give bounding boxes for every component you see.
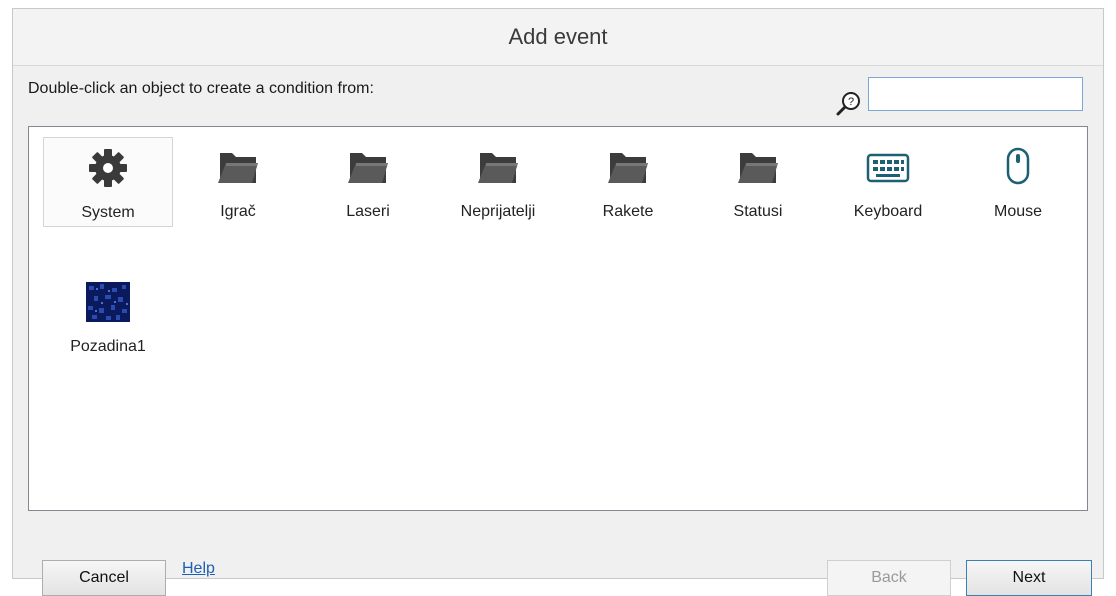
folder-icon	[738, 153, 778, 183]
cancel-button[interactable]: Cancel	[42, 560, 166, 596]
object-folder-neprijatelji[interactable]: Neprijatelji	[433, 137, 563, 227]
folder-icon	[478, 153, 518, 183]
object-label: Neprijatelji	[460, 203, 536, 220]
next-button[interactable]: Next	[966, 560, 1092, 596]
object-pozadina1[interactable]: Pozadina1	[43, 272, 173, 362]
gear-icon	[89, 149, 127, 187]
instruction-text: Double-click an object to create a condi…	[28, 80, 374, 97]
object-label: Rakete	[602, 203, 654, 220]
object-label: Keyboard	[853, 203, 923, 220]
search-input[interactable]	[868, 77, 1083, 111]
tiled-background-icon	[86, 282, 130, 322]
object-label: Statusi	[733, 203, 783, 220]
object-label: System	[81, 204, 135, 221]
object-system[interactable]: System	[43, 137, 173, 227]
object-label: Laseri	[346, 203, 390, 220]
object-folder-rakete[interactable]: Rakete	[563, 137, 693, 227]
object-mouse[interactable]: Mouse	[953, 137, 1083, 227]
search-help-icon[interactable]: ?	[836, 90, 862, 116]
help-link[interactable]: Help	[182, 560, 215, 578]
folder-icon	[348, 153, 388, 183]
object-label: Pozadina1	[70, 338, 146, 355]
back-button[interactable]: Back	[827, 560, 951, 596]
object-keyboard[interactable]: Keyboard	[823, 137, 953, 227]
title-bar: Add event	[13, 9, 1103, 66]
object-list: System Igrač Laseri Neprijatelji Rakete …	[28, 126, 1088, 511]
keyboard-icon	[866, 153, 910, 183]
object-folder-statusi[interactable]: Statusi	[693, 137, 823, 227]
dialog-title: Add event	[508, 24, 608, 49]
object-folder-igrac[interactable]: Igrač	[173, 137, 303, 227]
mouse-icon	[1006, 147, 1030, 185]
folder-icon	[608, 153, 648, 183]
object-label: Mouse	[993, 203, 1043, 220]
object-folder-laseri[interactable]: Laseri	[303, 137, 433, 227]
folder-icon	[218, 153, 258, 183]
object-label: Igrač	[220, 203, 256, 220]
svg-text:?: ?	[848, 96, 854, 108]
